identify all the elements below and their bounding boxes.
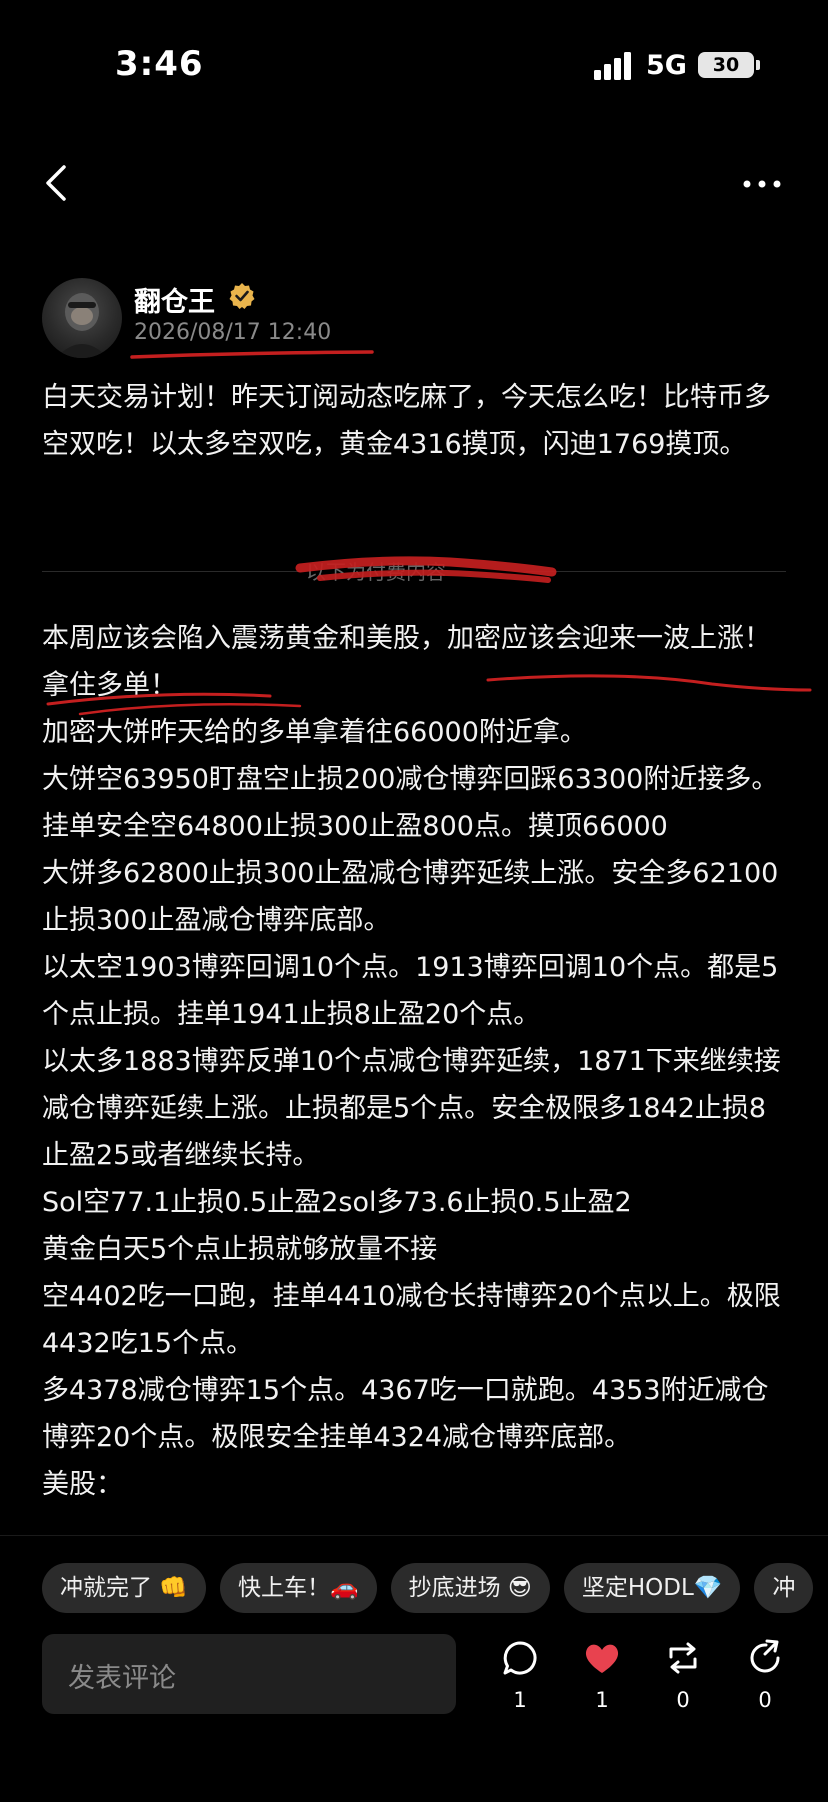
post-intro: 白天交易计划！昨天订阅动态吃麻了，今天怎么吃！比特币多空双吃！以太多空双吃，黄金… bbox=[42, 382, 771, 460]
post-line: Sol空77.1止损0.5止盈2sol多73.6止损0.5止盈2 bbox=[42, 1187, 632, 1218]
network-type: 5G bbox=[646, 50, 687, 81]
avatar-image bbox=[56, 293, 108, 358]
like-button[interactable]: 1 bbox=[572, 1638, 632, 1718]
quick-reply-chip[interactable]: 快上车！🚗 bbox=[219, 1563, 377, 1613]
like-count: 1 bbox=[595, 1688, 609, 1712]
divider-line-right bbox=[526, 571, 786, 572]
repost-count: 0 bbox=[676, 1688, 690, 1712]
battery-icon: 30 bbox=[698, 52, 754, 78]
comment-input[interactable]: 发表评论 bbox=[42, 1634, 456, 1714]
chevron-left-icon[interactable] bbox=[40, 162, 74, 204]
post-line: 黄金白天5个点止损就够放量不接 bbox=[42, 1234, 438, 1265]
quick-reply-chip[interactable]: 冲就完了 👊 bbox=[42, 1563, 206, 1613]
avatar[interactable] bbox=[42, 278, 122, 358]
post-line: 以太空1903博弈回调10个点。1913博弈回调10个点。都是5个点止损。挂单1… bbox=[42, 952, 779, 1030]
signal-bars-icon bbox=[594, 52, 631, 80]
status-bar: 3:46 5G 30 bbox=[0, 0, 828, 120]
post-line: 大饼空63950盯盘空止损200减仓博弈回踩63300附近接多。挂单安全空648… bbox=[42, 764, 779, 842]
post-line: 大饼多62800止损300止盈减仓博弈延续上涨。安全多62100止损300止盈减… bbox=[42, 858, 779, 936]
author-name[interactable]: 翻仓王 bbox=[134, 280, 215, 319]
comment-count: 1 bbox=[513, 1688, 527, 1712]
quick-reply-chip[interactable]: 坚定HODL💎 bbox=[563, 1563, 741, 1613]
status-time: 3:46 bbox=[115, 44, 204, 84]
verified-badge-icon bbox=[229, 283, 255, 309]
post-line: 多4378减仓博弈15个点。4367吃一口就跑。4353附近减仓博弈20个点。极… bbox=[42, 1375, 769, 1453]
repost-icon bbox=[669, 1642, 697, 1674]
heart-icon bbox=[585, 1644, 619, 1673]
quick-reply-row[interactable]: 冲就完了 👊 快上车！🚗 抄底进场 😎 坚定HODL💎 冲 bbox=[42, 1563, 827, 1613]
comment-bubble-icon bbox=[503, 1641, 537, 1675]
comment-placeholder: 发表评论 bbox=[68, 1663, 176, 1694]
post-line: 本周应该会陷入震荡黄金和美股，加密应该会迎来一波上涨！拿住多单！ bbox=[42, 623, 771, 701]
post-line: 加密大饼昨天给的多单拿着往66000附近拿。 bbox=[42, 717, 587, 748]
share-icon bbox=[750, 1639, 780, 1673]
divider-line-left bbox=[42, 571, 302, 572]
battery-cap bbox=[756, 60, 760, 70]
paid-content-divider: 以下为付费内容 bbox=[306, 560, 446, 584]
post-line: 以太多1883博弈反弹10个点减仓博弈延续，1871下来继续接减仓博弈延续上涨。… bbox=[42, 1046, 781, 1171]
more-dots-icon[interactable] bbox=[742, 178, 782, 190]
comment-button[interactable]: 1 bbox=[490, 1638, 550, 1718]
quick-reply-chip[interactable]: 抄底进场 😎 bbox=[390, 1563, 550, 1613]
share-count: 0 bbox=[758, 1688, 772, 1712]
post-line: 美股： bbox=[42, 1469, 123, 1500]
post-line: 空4402吃一口跑，挂单4410减仓长持博弈20个点以上。极限4432吃15个点… bbox=[42, 1281, 781, 1359]
comment-panel: 冲就完了 👊 快上车！🚗 抄底进场 😎 坚定HODL💎 冲 发表评论 1 1 0 0 bbox=[0, 1535, 828, 1802]
repost-button[interactable]: 0 bbox=[653, 1638, 713, 1718]
post-content: 本周应该会陷入震荡黄金和美股，加密应该会迎来一波上涨！拿住多单！ 加密大饼昨天给… bbox=[42, 615, 786, 1508]
post-timestamp: 2026/08/17 12:40 bbox=[134, 320, 332, 345]
share-button[interactable]: 0 bbox=[735, 1638, 795, 1718]
quick-reply-chip[interactable]: 冲 bbox=[754, 1563, 814, 1613]
